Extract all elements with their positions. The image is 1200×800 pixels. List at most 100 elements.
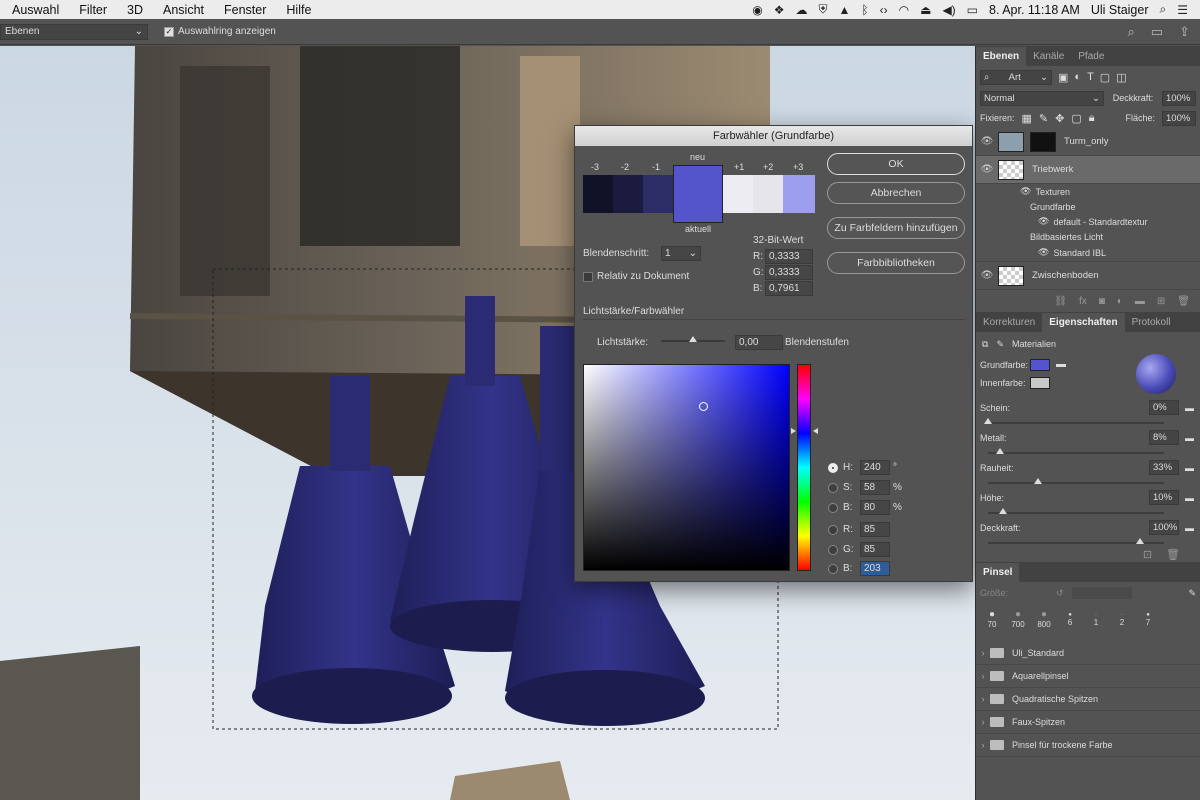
tab-adjustments[interactable]: Korrekturen — [976, 313, 1042, 332]
lock-position-icon[interactable]: ✥ — [1055, 112, 1064, 125]
swatch-m3[interactable] — [583, 175, 613, 213]
h-field[interactable]: 240 — [860, 460, 890, 475]
material-sphere[interactable] — [1136, 354, 1176, 394]
sub-standard-ibl[interactable]: 👁︎ Standard IBL — [976, 244, 1200, 262]
material-slider-value[interactable]: 100% — [1149, 520, 1179, 535]
shield-icon[interactable]: ⛨ — [819, 2, 828, 17]
brush-folder-faux[interactable]: › Faux-Spitzen — [976, 711, 1200, 734]
battery-icon[interactable]: ▭ — [967, 3, 978, 17]
layer-turm-only[interactable]: 👁︎ Turm_only — [976, 128, 1200, 156]
render-icon[interactable]: ⊡ — [1143, 548, 1152, 561]
layer-filter-select[interactable]: ⌕ Art ⌄ — [980, 69, 1052, 85]
search-icon[interactable]: ⌕ — [1160, 2, 1167, 17]
eye-icon[interactable]: 👁︎ — [976, 136, 998, 147]
menu-3d[interactable]: 3D — [117, 3, 153, 17]
cursor-icon[interactable]: ▲ — [839, 3, 851, 17]
user-name[interactable]: Uli Staiger — [1091, 3, 1149, 17]
eye-icon[interactable]: 👁︎ — [1038, 216, 1049, 227]
show-ring-checkbox[interactable]: ✓ — [164, 26, 174, 37]
tab-history[interactable]: Protokoll — [1125, 313, 1178, 332]
smart-filter-icon[interactable]: ◫ — [1116, 71, 1126, 84]
s-field[interactable]: 58 — [860, 480, 890, 495]
sub-default-texture[interactable]: 👁︎ default - Standardtextur — [976, 214, 1200, 229]
folder-icon[interactable]: ▬ — [1185, 493, 1194, 503]
search-icon[interactable]: ⌕ — [1128, 24, 1135, 40]
relative-checkbox[interactable] — [583, 272, 593, 282]
target-select[interactable]: Ebenen ⌄ — [0, 23, 148, 40]
sub-base-color[interactable]: Grundfarbe — [976, 199, 1200, 214]
reset-icon[interactable]: ↺ — [1056, 588, 1064, 599]
brush-size-field[interactable] — [1071, 587, 1132, 599]
intensity-field[interactable]: 0,00 — [735, 335, 783, 350]
swatch-new[interactable] — [673, 165, 723, 223]
show-ring-option[interactable]: ✓ Auswahlring anzeigen — [164, 26, 276, 37]
material-slider-value[interactable]: 0% — [1149, 400, 1179, 415]
material-slider-knob[interactable] — [1136, 538, 1144, 544]
lock-artboard-icon[interactable]: ▢ — [1071, 112, 1081, 125]
g-field[interactable]: 85 — [860, 542, 890, 557]
r32-field[interactable]: 0,3333 — [765, 249, 813, 264]
eye-icon[interactable]: 👁︎ — [1038, 247, 1049, 258]
b-radio[interactable] — [828, 503, 838, 513]
hue-slider[interactable] — [797, 364, 811, 571]
intensity-slider-knob[interactable] — [689, 336, 697, 342]
cancel-button[interactable]: Abbrechen — [827, 182, 965, 204]
layer-triebwerk[interactable]: 👁︎ Triebwerk — [976, 156, 1200, 184]
tab-brushes[interactable]: Pinsel — [976, 563, 1020, 582]
layer-zwischenboden[interactable]: 👁︎ Zwischenboden — [976, 262, 1200, 290]
material-slider-value[interactable]: 10% — [1149, 490, 1179, 505]
clock[interactable]: 8. Apr. 11:18 AM — [989, 3, 1080, 17]
chevron-right-icon[interactable]: › — [976, 694, 990, 704]
r-field[interactable]: 85 — [860, 522, 890, 537]
color-field-marker[interactable] — [699, 402, 708, 411]
opacity-field[interactable]: 100% — [1161, 90, 1196, 106]
chevron-right-icon[interactable]: › — [976, 671, 990, 681]
mesh-icon[interactable]: ⧉ — [982, 339, 988, 350]
folder-icon[interactable]: ▬ — [1185, 523, 1194, 533]
g-radio[interactable] — [828, 545, 838, 555]
material-slider-track[interactable] — [988, 448, 1164, 454]
dropbox-icon[interactable]: ❖ — [774, 3, 785, 17]
adjustment-icon[interactable]: ◐ — [1117, 296, 1123, 307]
blend-mode-select[interactable]: Normal ⌄ — [980, 90, 1104, 106]
material-slider-track[interactable] — [988, 538, 1164, 544]
swatch-p2[interactable] — [753, 175, 783, 213]
material-slider-knob[interactable] — [984, 418, 992, 424]
brush-folder-trocken[interactable]: › Pinsel für trockene Farbe — [976, 734, 1200, 757]
menu-ansicht[interactable]: Ansicht — [153, 3, 214, 17]
base-color-swatch[interactable] — [1030, 359, 1050, 371]
eye-icon[interactable]: 👁︎ — [976, 270, 998, 281]
new-layer-icon[interactable]: ⊞ — [1157, 296, 1165, 307]
tab-paths[interactable]: Pfade — [1071, 47, 1111, 66]
color-libraries-button[interactable]: Farbbibliotheken — [827, 252, 965, 274]
brush-tip-6[interactable]: ● 6 — [1058, 612, 1082, 627]
list-icon[interactable]: ☰ — [1177, 3, 1188, 17]
image-filter-icon[interactable]: ▣ — [1058, 71, 1068, 84]
trash-icon[interactable]: 🗑︎ — [1166, 548, 1180, 561]
hue-slider-right-arrow[interactable] — [813, 428, 818, 434]
fx-icon[interactable]: fx — [1079, 296, 1087, 307]
brush-tip-1[interactable]: · 1 — [1084, 612, 1108, 627]
b32-field[interactable]: 0,7961 — [765, 281, 813, 296]
color-field[interactable] — [583, 364, 790, 571]
intensity-slider[interactable] — [661, 336, 725, 342]
swatch-m1[interactable] — [643, 175, 673, 213]
brush-edit-icon[interactable]: ✎ — [1188, 588, 1196, 599]
brush-folder-quadratisch[interactable]: › Quadratische Spitzen — [976, 688, 1200, 711]
folder-icon[interactable]: ▬ — [1185, 433, 1194, 443]
mask-icon[interactable]: ◙ — [1099, 296, 1105, 307]
eject-icon[interactable]: ⏏ — [920, 3, 931, 17]
shape-filter-icon[interactable]: ▢ — [1100, 71, 1110, 84]
brush-tip-800[interactable]: ● 800 — [1032, 609, 1056, 629]
menu-fenster[interactable]: Fenster — [214, 3, 276, 17]
folder-icon[interactable]: ▬ — [1056, 359, 1066, 370]
material-slider-knob[interactable] — [1034, 478, 1043, 484]
folder-icon[interactable]: ▬ — [1185, 403, 1194, 413]
folder-icon[interactable]: ▬ — [1135, 296, 1145, 307]
swatch-m2[interactable] — [613, 175, 643, 213]
r-radio[interactable] — [828, 525, 838, 535]
brush-tip-2[interactable]: · 2 — [1110, 612, 1134, 627]
sub-textures[interactable]: 👁︎ Texturen — [976, 184, 1200, 199]
dialog-title[interactable]: Farbwähler (Grundfarbe) — [575, 126, 972, 146]
layer-mask-thumbnail[interactable] — [1030, 131, 1056, 152]
